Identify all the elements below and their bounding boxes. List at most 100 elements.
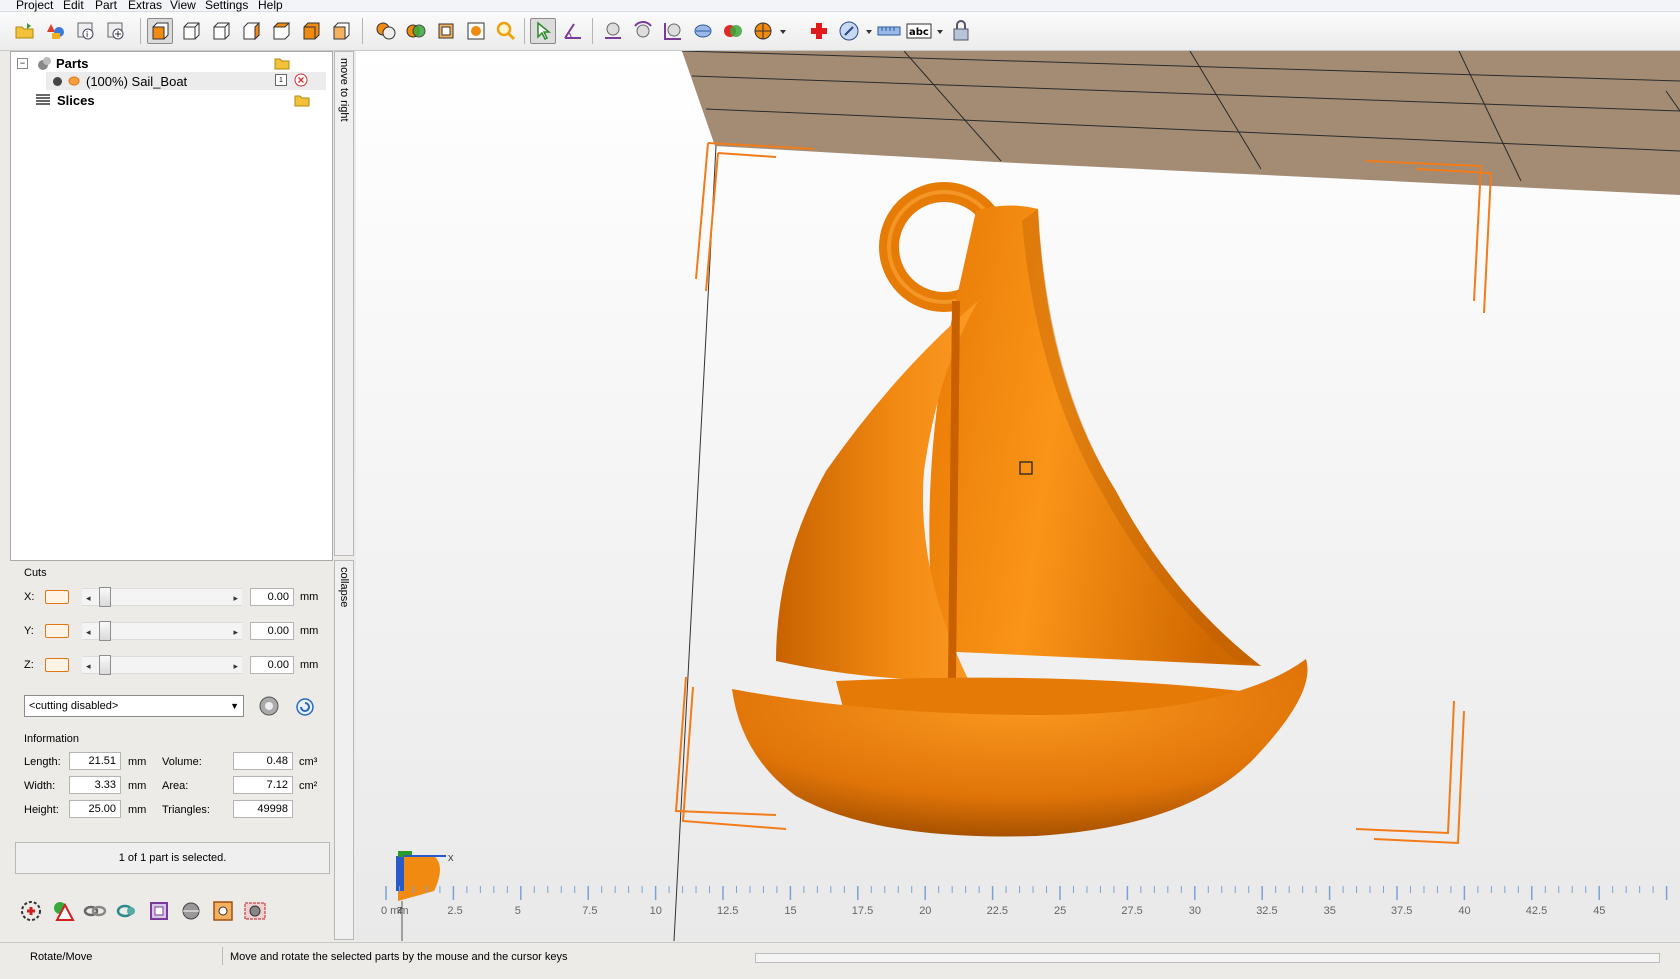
cut-x-color-toggle[interactable] — [45, 590, 69, 604]
cut-z-value[interactable]: 0.00 — [250, 656, 294, 674]
visibility-dot-icon[interactable] — [53, 76, 62, 86]
duplicate-parts-icon[interactable] — [403, 18, 429, 44]
ruler-label: 15 — [784, 905, 796, 917]
width-unit: mm — [128, 780, 147, 792]
label-abc-icon[interactable]: abc — [906, 18, 932, 44]
view-bottom-icon[interactable] — [298, 18, 324, 44]
menu-view[interactable]: View — [170, 0, 196, 12]
ruler-label: 37.5 — [1391, 905, 1412, 917]
ruler-label: 2.5 — [447, 905, 462, 917]
height-label: Height: — [24, 804, 59, 816]
cutting-mode-select[interactable]: <cutting disabled> ▼ — [24, 695, 244, 717]
merge-parts-icon[interactable] — [373, 18, 399, 44]
ruler-label: 22.5 — [987, 905, 1008, 917]
menu-help[interactable]: Help — [258, 0, 283, 12]
tree-parts-row[interactable]: − Parts — [17, 54, 89, 72]
view-right-icon[interactable] — [238, 18, 264, 44]
area-label: Area: — [162, 780, 189, 792]
cut-y-slider[interactable]: ◂ ▸ — [82, 621, 242, 641]
view-iso-icon[interactable] — [328, 18, 354, 44]
menu-settings[interactable]: Settings — [205, 0, 248, 12]
collapse-label: collapse — [338, 567, 350, 608]
cut-z-color-toggle[interactable] — [45, 658, 69, 672]
status-mode: Rotate/Move — [30, 951, 93, 963]
link-icon[interactable] — [82, 898, 108, 924]
cut-x-slider-thumb[interactable] — [99, 587, 111, 607]
mesh-quality-icon[interactable] — [836, 18, 862, 44]
reset-cut-icon[interactable] — [295, 697, 315, 720]
zoom-icon[interactable] — [493, 18, 519, 44]
ruler-label: 32.5 — [1256, 905, 1277, 917]
place-on-platform-icon[interactable] — [600, 18, 626, 44]
cut-x-unit: mm — [300, 591, 319, 603]
move-to-right-tab[interactable]: move to right — [334, 51, 354, 556]
cut-z-slider[interactable]: ◂ ▸ — [82, 655, 242, 675]
cut-y-slider-thumb[interactable] — [99, 621, 111, 641]
collapse-tab[interactable]: collapse — [334, 560, 354, 940]
view-back-icon[interactable] — [178, 18, 204, 44]
ruler-label: 0 mm — [381, 905, 409, 917]
parts-folder-icon[interactable] — [274, 54, 290, 72]
3d-viewport[interactable]: x z 0 mm 2.5 5 7.5 10 12.5 15 17.5 20 22.5 25 27.5 3… — [356, 51, 1680, 941]
add-shapes-icon[interactable] — [43, 18, 69, 44]
menu-project[interactable]: Project — [16, 0, 53, 12]
menu-extras[interactable]: Extras — [128, 0, 162, 12]
cut-z-slider-thumb[interactable] — [99, 655, 111, 675]
tree-part-item[interactable]: (100%) Sail_Boat — [53, 72, 187, 90]
status-hint: Move and rotate the selected parts by th… — [230, 951, 568, 963]
ruler-label: 30 — [1189, 905, 1201, 917]
open-folder-icon[interactable] — [12, 18, 38, 44]
tree-slices-row[interactable]: Slices — [35, 91, 95, 109]
ruler-label: 5 — [515, 905, 521, 917]
lock-part-icon[interactable] — [948, 18, 974, 44]
cut-y-color-toggle[interactable] — [45, 624, 69, 638]
sphere-icon[interactable] — [178, 898, 204, 924]
cut-x-label: X: — [24, 591, 35, 603]
cut-y-value[interactable]: 0.00 — [250, 622, 294, 640]
viewport-scene[interactable]: x z 0 mm 2.5 5 7.5 10 12.5 15 17.5 20 22.5 25 27.5 3… — [356, 51, 1680, 941]
slice-frame-icon[interactable] — [146, 898, 172, 924]
refresh-parts-icon[interactable] — [114, 898, 140, 924]
slices-icon — [36, 94, 50, 105]
ruler-icon[interactable] — [876, 18, 902, 44]
ruler-label: 10 — [650, 905, 662, 917]
cut-x-value[interactable]: 0.00 — [250, 588, 294, 606]
wall-thickness-icon[interactable] — [750, 18, 776, 44]
area-value: 7.12 — [233, 776, 293, 794]
volume-label: Volume: — [162, 756, 202, 768]
menu-edit[interactable]: Edit — [63, 0, 84, 12]
fit-view-icon[interactable] — [463, 18, 489, 44]
view-top-icon[interactable] — [268, 18, 294, 44]
cut-x-slider[interactable]: ◂ ▸ — [82, 587, 242, 607]
mirror-part-icon[interactable] — [690, 18, 716, 44]
target-square-icon[interactable] — [210, 898, 236, 924]
view-front-icon[interactable] — [147, 18, 173, 44]
repair-cross-icon[interactable] — [806, 18, 832, 44]
warning-icon[interactable] — [50, 898, 76, 924]
height-unit: mm — [128, 804, 147, 816]
ruler-label: 17.5 — [852, 905, 873, 917]
ruler-label: 35 — [1324, 905, 1336, 917]
add-part-icon[interactable] — [103, 18, 129, 44]
rotate-part-icon[interactable] — [630, 18, 656, 44]
boolean-icon[interactable] — [720, 18, 746, 44]
svg-text:abc: abc — [909, 27, 929, 38]
gear-grid-icon[interactable] — [242, 898, 268, 924]
collapse-toggle[interactable]: − — [17, 57, 28, 69]
part-info-icon[interactable]: i — [73, 18, 99, 44]
cut-gear-icon[interactable] — [257, 695, 281, 720]
mast — [948, 300, 960, 680]
ruler-label: 42.5 — [1526, 905, 1547, 917]
part-copies-count[interactable]: 1 — [275, 74, 287, 86]
measure-angle-icon[interactable] — [560, 18, 586, 44]
selection-status: 1 of 1 part is selected. — [15, 842, 330, 874]
repair-wheel-icon[interactable] — [18, 898, 44, 924]
view-left-icon[interactable] — [208, 18, 234, 44]
remove-part-icon[interactable] — [294, 73, 308, 90]
scale-part-icon[interactable] — [660, 18, 686, 44]
width-label: Width: — [24, 780, 56, 792]
select-pointer-icon[interactable] — [530, 18, 556, 44]
slices-folder-icon[interactable] — [294, 91, 310, 109]
fit-box-icon[interactable] — [433, 18, 459, 44]
menu-part[interactable]: Part — [95, 0, 117, 12]
